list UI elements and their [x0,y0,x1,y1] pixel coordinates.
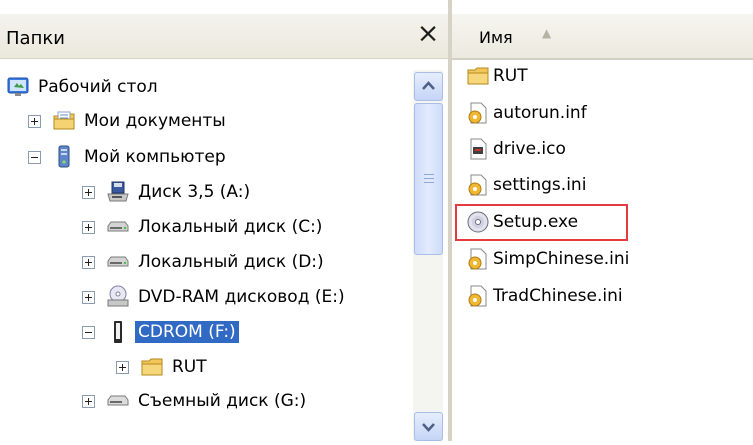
tree-item-desktop[interactable]: Рабочий стол [6,70,158,104]
tree-item-label: CDROM (F:) [135,321,239,343]
chevron-up-icon [422,81,435,90]
file-item-autorun-inf[interactable]: autorun.inf [466,98,587,128]
folders-pane: Папки × Рабочий стол Мои документы Мой к… [0,0,448,441]
tree-item-removable-g[interactable]: Съемный диск (G:) [82,384,306,418]
documents-folder-icon [52,109,76,133]
file-label: TradChinese.ini [493,286,623,306]
file-item-settings-ini[interactable]: settings.ini [466,170,586,200]
tree-item-label: Съемный диск (G:) [138,391,307,411]
expand-button[interactable] [82,290,95,304]
hard-drive-icon [106,215,130,239]
close-button[interactable]: × [413,19,443,49]
folders-title: Папки [6,28,65,49]
computer-icon [52,145,76,169]
file-label: SimpChinese.ini [493,249,630,269]
expand-button[interactable] [82,220,95,234]
image-file-icon [466,137,490,161]
column-label: Имя [479,28,513,47]
tree-item-dvd-e[interactable]: DVD-RAM дисковод (E:) [82,280,345,314]
tree-item-my-computer[interactable]: Мой компьютер [28,140,226,174]
tree-item-label: Мой компьютер [84,147,226,167]
floppy-drive-icon [106,180,130,204]
tree-item-my-documents[interactable]: Мои документы [28,104,226,138]
collapse-button[interactable] [28,150,41,164]
tree-item-local-d[interactable]: Локальный диск (D:) [82,245,324,279]
expand-button[interactable] [116,360,129,374]
sort-ascending-icon: ▲ [542,26,552,40]
file-item-tradchinese-ini[interactable]: TradChinese.ini [466,281,623,311]
settings-file-icon [466,101,490,125]
file-label: drive.ico [493,139,566,159]
cdrom-drive-icon [106,320,130,344]
chevron-down-icon [422,423,435,432]
folder-icon [466,64,490,88]
tree-item-label: Локальный диск (C:) [138,217,323,237]
tree-scrollbar[interactable] [413,70,443,441]
expand-button[interactable] [82,255,95,269]
scroll-up-button[interactable] [414,72,443,101]
grip-line [424,182,434,183]
settings-file-icon [466,284,490,308]
hard-drive-icon [106,250,130,274]
tree-item-label: RUT [172,357,207,377]
tree-item-label: Диск 3,5 (A:) [138,182,251,202]
tree-item-label: Локальный диск (D:) [138,252,324,272]
file-item-setup-exe[interactable]: Setup.exe [466,207,578,237]
grip-line [424,174,434,175]
file-label: settings.ini [493,175,587,195]
grip-line [424,178,434,179]
expand-button[interactable] [82,185,95,199]
removable-drive-icon [106,389,130,413]
tree-item-label: DVD-RAM дисковод (E:) [138,287,345,307]
file-label: RUT [493,66,528,86]
scroll-thumb[interactable] [414,103,443,255]
settings-file-icon [466,173,490,197]
dvd-drive-icon [106,285,130,309]
file-item-drive-ico[interactable]: drive.ico [466,134,566,164]
scroll-down-button[interactable] [414,412,443,441]
files-pane: Имя ▲ RUT autorun.inf drive.ico settings… [452,0,753,441]
folders-header: Папки × [0,14,448,59]
file-item-rut[interactable]: RUT [466,61,528,91]
column-header-name[interactable]: Имя ▲ [452,14,753,60]
settings-file-icon [466,247,490,271]
expand-button[interactable] [82,394,95,408]
file-item-simpchinese-ini[interactable]: SimpChinese.ini [466,244,629,274]
tree-item-local-c[interactable]: Локальный диск (C:) [82,210,322,244]
file-label: Setup.exe [493,212,579,232]
tree-item-rut[interactable]: RUT [116,350,207,384]
cd-exe-icon [466,210,490,234]
file-label: autorun.inf [493,103,587,123]
tree-item-label: Мои документы [84,111,226,131]
expand-button[interactable] [28,114,41,128]
tree-item-cdrom-f[interactable]: CDROM (F:) [82,315,239,349]
desktop-icon [6,75,30,99]
folder-icon [140,355,164,379]
tree-item-label: Рабочий стол [38,77,158,97]
tree-item-floppy-a[interactable]: Диск 3,5 (A:) [82,175,250,209]
collapse-button[interactable] [82,325,95,339]
folder-tree: Рабочий стол Мои документы Мой компьютер… [0,60,412,441]
